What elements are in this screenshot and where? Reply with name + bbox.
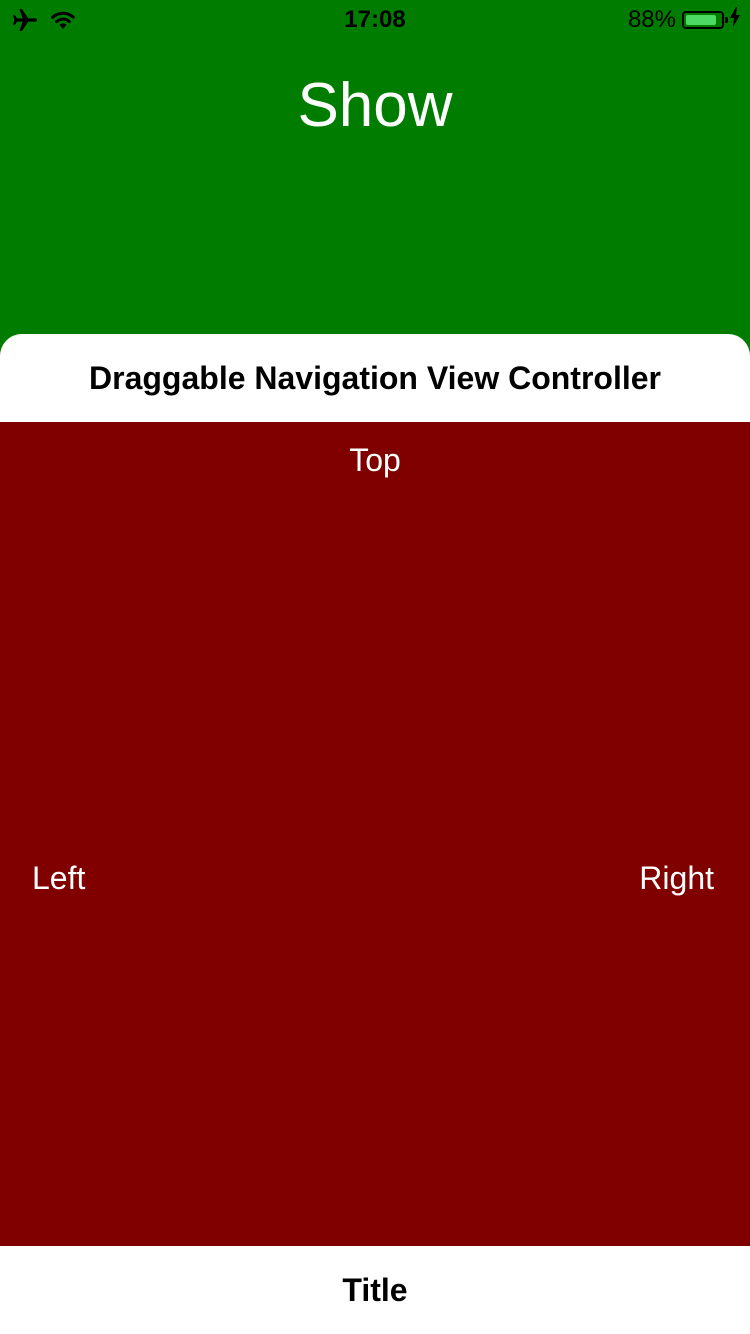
battery-nub — [725, 17, 728, 23]
draggable-panel-body[interactable]: Top Left Right — [0, 422, 750, 1246]
bottom-bar: Title — [0, 1246, 750, 1334]
top-label: Top — [349, 442, 401, 478]
status-right: 88% — [628, 6, 740, 34]
bottom-bar-title: Title — [342, 1271, 408, 1308]
draggable-panel-header[interactable]: Draggable Navigation View Controller — [0, 334, 750, 422]
right-label: Right — [639, 860, 714, 896]
battery-percent: 88% — [627, 6, 676, 33]
left-label: Left — [32, 860, 86, 896]
panel-header-title: Draggable Navigation View Controller — [89, 359, 661, 396]
battery-icon — [682, 11, 728, 29]
show-button[interactable]: Show — [0, 70, 750, 141]
charging-icon — [730, 6, 740, 34]
status-bar: 17:08 88% — [0, 0, 750, 40]
battery-fill — [686, 15, 716, 25]
screen: 17:08 88% Show Draggable Navigation View… — [0, 0, 750, 1334]
